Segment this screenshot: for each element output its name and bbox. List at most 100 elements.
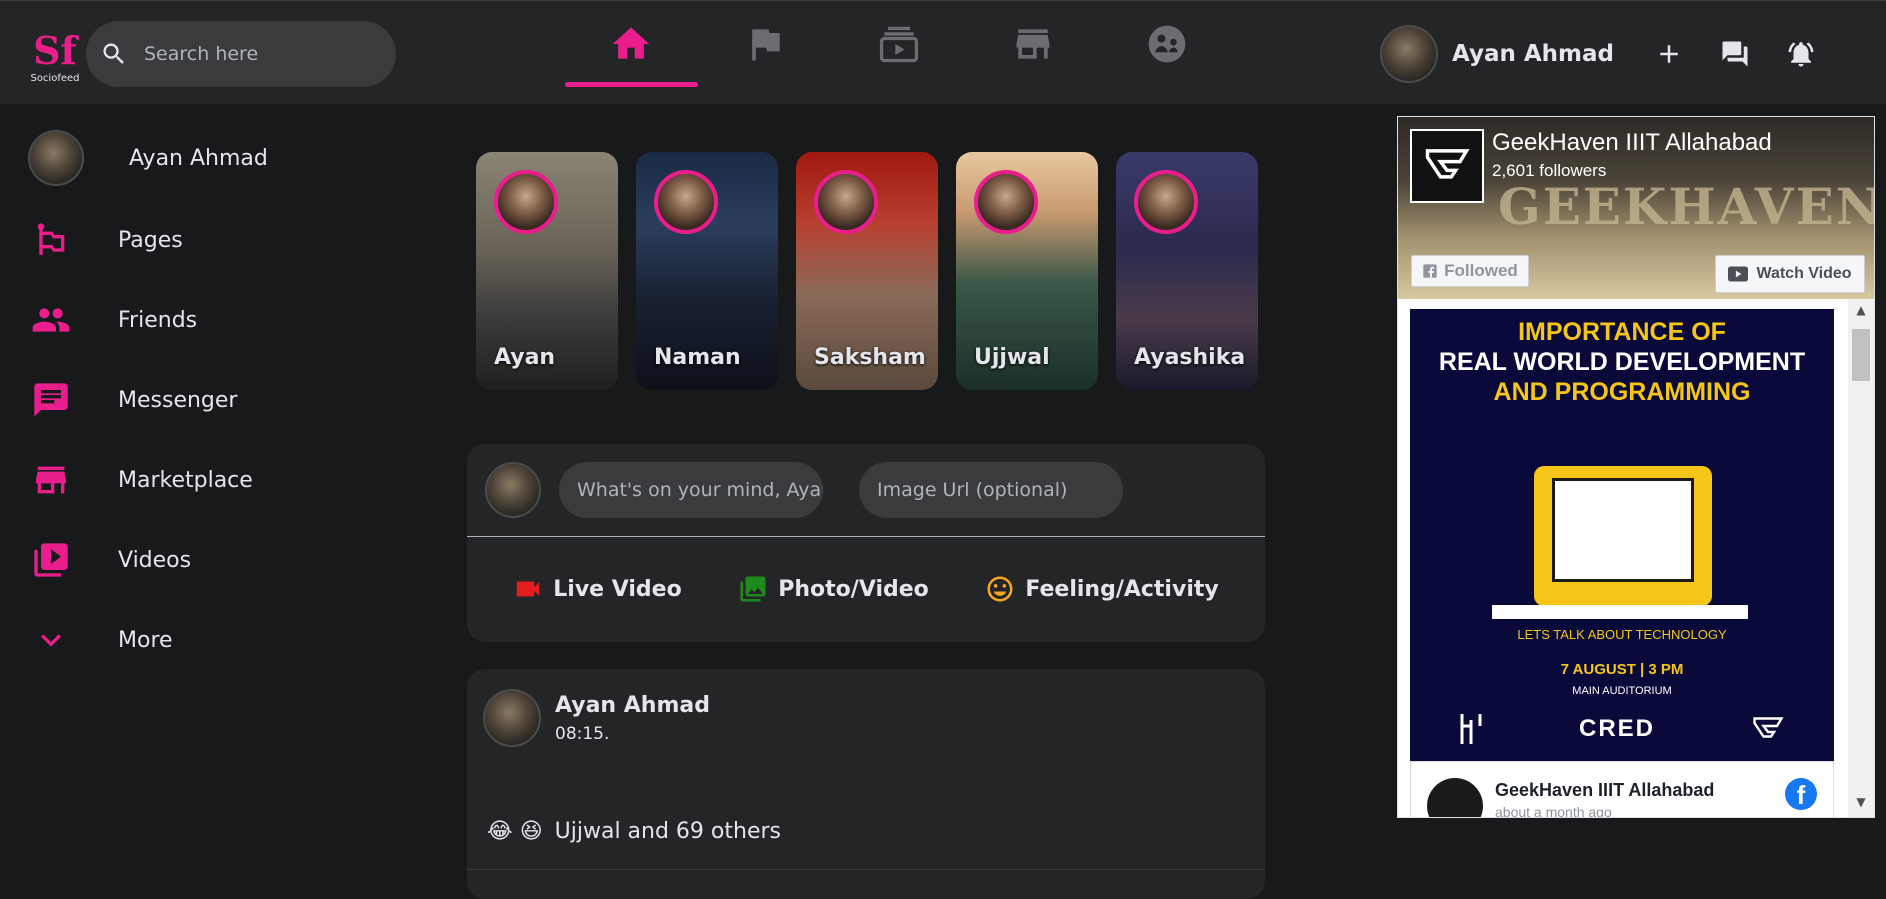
fb-page-header[interactable]: GEEKHAVEN GeekHaven IIIT Allahabad 2,601… [1398,117,1874,299]
top-navbar: Sf Sociofeed Ayan Ahmad [0,0,1886,104]
groups-icon [1148,25,1186,63]
scroll-up-icon[interactable]: ▲ [1848,303,1874,323]
sponsor-logo-icon [1460,714,1482,744]
sidebar-item-marketplace[interactable]: Marketplace [28,440,428,520]
page-logo[interactable] [1410,129,1484,203]
main-nav [564,1,1234,105]
fb-post-avatar [1427,778,1483,817]
flag-icon [752,29,780,61]
poster-line1: IMPORTANCE OF [1518,318,1726,346]
post-composer: Live Video Photo/Video Feeling/Activity [467,444,1265,642]
post-reactions[interactable]: 😂 😆 Ujjwal and 69 others [487,819,781,844]
sidebar-item-messenger[interactable]: Messenger [28,360,428,440]
emoji-flags-icon [37,223,65,255]
poster-sponsors: CRED [1410,711,1834,747]
nav-marketplace[interactable] [966,1,1100,87]
sponsor-cred: CRED [1578,715,1655,742]
facebook-icon: f [1785,778,1817,810]
facebook-page-widget: GEEKHAVEN GeekHaven IIIT Allahabad 2,601… [1397,116,1875,818]
storefront-icon [1016,29,1050,59]
fb-post-time: about a month ago [1495,804,1612,818]
sidebar-item-videos[interactable]: Videos [28,520,428,600]
story-card[interactable]: Naman [636,152,778,390]
followed-button[interactable]: Followed [1411,255,1529,287]
reaction-emojis: 😂 😆 [487,819,543,844]
avatar [485,462,541,518]
notifications-active-icon[interactable] [1786,39,1816,69]
chat-icon [34,383,68,417]
search-input[interactable] [144,43,364,65]
video-library-icon [34,543,68,577]
story-name: Naman [654,345,741,370]
post-time: 08:15. [555,724,610,744]
post-author[interactable]: Ayan Ahmad [555,693,710,718]
expand-more-icon [41,634,61,647]
avatar[interactable] [1380,25,1438,83]
watch-video-button[interactable]: Watch Video [1715,255,1865,293]
video-subscriptions-icon [879,26,919,63]
live-video-label: Live Video [553,576,682,602]
top-user-name[interactable]: Ayan Ahmad [1452,41,1614,67]
story-card[interactable]: Ayashika [1116,152,1258,390]
story-card[interactable]: Ayan [476,152,618,390]
fb-followers: 2,601 followers [1492,161,1607,180]
sidebar-item-label: Pages [118,227,183,253]
logo-mark: Sf [33,28,77,73]
message-input[interactable] [559,462,823,518]
fb-page-name[interactable]: GeekHaven IIIT Allahabad [1492,129,1772,157]
story-card[interactable]: Saksham [796,152,938,390]
avatar[interactable] [483,689,541,747]
fb-timeline[interactable]: IMPORTANCE OF REAL WORLD DEVELOPMENT AND… [1398,299,1874,818]
poster-illustration [1534,466,1712,606]
sidebar-item-label: More [118,627,173,653]
story-avatar [494,170,558,234]
feed-post: Ayan Ahmad 08:15. 😂 😆 Ujjwal and 69 othe… [467,669,1265,899]
fb-widget-scrollbar[interactable]: ▲ ▼ [1848,299,1874,817]
sidebar-item-label: Marketplace [118,467,253,493]
scroll-thumb[interactable] [1852,329,1870,381]
live-video-button[interactable]: Live Video [513,574,682,604]
poster-tagline: LETS TALK ABOUT TECHNOLOGY [1517,627,1727,642]
story-name: Ayan [494,345,556,370]
youtube-icon [1728,266,1749,282]
poster-venue: MAIN AUDITORIUM [1572,685,1672,697]
poster-date: 7 AUGUST | 3 PM [1560,661,1684,678]
nav-home[interactable] [564,1,698,87]
plus-icon[interactable] [1654,39,1684,69]
photo-video-button[interactable]: Photo/Video [738,574,929,604]
image-url-input[interactable] [859,462,1123,518]
account-area: Ayan Ahmad [1380,25,1834,83]
fb-post-header[interactable]: GeekHaven IIIT Allahabad about a month a… [1410,761,1834,818]
forum-icon[interactable] [1720,39,1750,69]
sidebar-item-label: Videos [118,547,192,573]
feeling-activity-button[interactable]: Feeling/Activity [985,574,1219,604]
sidebar-item-pages[interactable]: Pages [28,200,428,280]
nav-watch[interactable] [832,1,966,87]
fb-post-page-name[interactable]: GeekHaven IIIT Allahabad [1495,780,1714,801]
photo-library-icon [740,576,766,602]
logo-text: Sociofeed [30,73,80,84]
event-poster[interactable]: IMPORTANCE OF REAL WORLD DEVELOPMENT AND… [1410,309,1834,761]
sidebar-item-more[interactable]: More [28,600,428,680]
reactions-text: Ujjwal and 69 others [554,819,781,844]
story-avatar [654,170,718,234]
geekhaven-logo-icon [1752,717,1784,738]
sociofeed-logo[interactable]: Sf Sociofeed [30,31,80,91]
story-name: Ayashika [1134,345,1246,370]
poster-desk [1492,605,1748,619]
avatar [28,130,84,186]
scroll-down-icon[interactable]: ▼ [1848,795,1874,815]
banner-text: GEEKHAVEN [1498,177,1875,236]
sidebar-item-label: Friends [118,307,198,333]
sidebar-item-friends[interactable]: Friends [28,280,428,360]
sidebar-profile-name: Ayan Ahmad [129,145,268,171]
sidebar-profile[interactable]: Ayan Ahmad [28,128,428,188]
left-sidebar: Ayan Ahmad Pages Friends Messenger Marke… [28,128,428,680]
story-card[interactable]: Ujjwal [956,152,1098,390]
nav-pages[interactable] [698,1,832,87]
videocam-icon [517,581,540,597]
story-avatar [814,170,878,234]
nav-groups[interactable] [1100,1,1234,87]
stories-row: Ayan Naman Saksham Ujjwal Ayashika [476,152,1276,390]
home-icon [612,27,650,59]
